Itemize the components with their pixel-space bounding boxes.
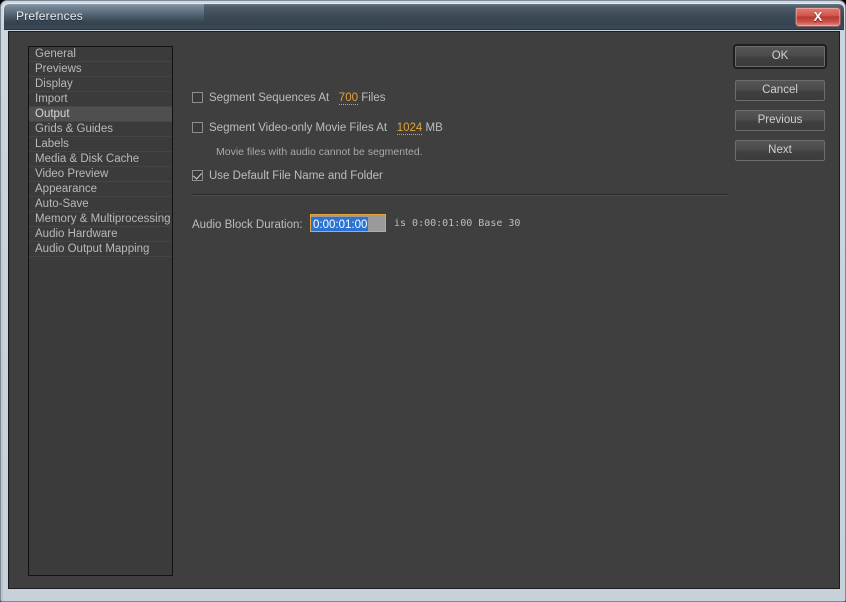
use-default-file-name-label: Use Default File Name and Folder bbox=[209, 170, 383, 182]
window-title: Preferences bbox=[16, 9, 83, 23]
audio-block-duration-input[interactable]: 0:00:01:00 bbox=[310, 214, 386, 232]
close-icon: X bbox=[813, 9, 823, 24]
segment-video-only-label: Segment Video-only Movie Files At bbox=[209, 122, 388, 134]
segment-sequences-checkbox[interactable] bbox=[192, 92, 203, 103]
audio-block-duration-label: Audio Block Duration: bbox=[192, 219, 303, 231]
sidebar-item-display[interactable]: Display bbox=[29, 77, 172, 92]
ok-button[interactable]: OK bbox=[735, 46, 825, 67]
audio-block-duration-value: 0:00:01:00 bbox=[311, 217, 369, 231]
sidebar-item-auto-save[interactable]: Auto-Save bbox=[29, 197, 172, 212]
sidebar-item-audio-output-mapping[interactable]: Audio Output Mapping bbox=[29, 242, 172, 257]
cancel-button[interactable]: Cancel bbox=[735, 80, 825, 101]
audio-block-duration-suffix: is 0:00:01:00 Base 30 bbox=[394, 218, 521, 229]
section-divider bbox=[192, 194, 728, 196]
title-bar[interactable]: Preferences X bbox=[4, 4, 844, 30]
previous-button[interactable]: Previous bbox=[735, 110, 825, 131]
segment-video-only-unit: MB bbox=[425, 122, 443, 134]
sidebar-item-grids-and-guides[interactable]: Grids & Guides bbox=[29, 122, 172, 137]
sidebar-item-audio-hardware[interactable]: Audio Hardware bbox=[29, 227, 172, 242]
segment-sequences-label: Segment Sequences At bbox=[209, 92, 330, 104]
dialog-body: General Previews Display Import Output G… bbox=[8, 31, 840, 589]
output-settings-panel: Segment Sequences At 700 Files Segment V… bbox=[184, 46, 729, 576]
next-button[interactable]: Next bbox=[735, 140, 825, 161]
segment-video-only-row: Segment Video-only Movie Files At 1024 M… bbox=[192, 122, 443, 135]
sidebar-item-video-preview[interactable]: Video Preview bbox=[29, 167, 172, 182]
segment-video-only-value[interactable]: 1024 bbox=[396, 122, 423, 135]
segment-sequences-row: Segment Sequences At 700 Files bbox=[192, 92, 386, 105]
segment-sequences-unit: Files bbox=[361, 92, 386, 104]
sidebar-item-previews[interactable]: Previews bbox=[29, 62, 172, 77]
sidebar-item-general[interactable]: General bbox=[29, 47, 172, 62]
preferences-window: Preferences X General Previews Display I… bbox=[0, 0, 846, 602]
sidebar-item-import[interactable]: Import bbox=[29, 92, 172, 107]
sidebar-item-output[interactable]: Output bbox=[29, 107, 172, 122]
sidebar-item-memory-and-multiprocessing[interactable]: Memory & Multiprocessing bbox=[29, 212, 172, 227]
category-list[interactable]: General Previews Display Import Output G… bbox=[28, 46, 173, 576]
segment-note: Movie files with audio cannot be segment… bbox=[216, 146, 423, 158]
use-default-file-name-checkbox[interactable] bbox=[192, 170, 203, 181]
sidebar-item-appearance[interactable]: Appearance bbox=[29, 182, 172, 197]
use-default-file-name-row: Use Default File Name and Folder bbox=[192, 170, 383, 182]
close-button[interactable]: X bbox=[795, 7, 841, 27]
button-column: OK Cancel Previous Next bbox=[735, 46, 825, 170]
sidebar-item-labels[interactable]: Labels bbox=[29, 137, 172, 152]
sidebar-item-media-and-disk-cache[interactable]: Media & Disk Cache bbox=[29, 152, 172, 167]
segment-video-only-checkbox[interactable] bbox=[192, 122, 203, 133]
segment-sequences-value[interactable]: 700 bbox=[338, 92, 358, 105]
